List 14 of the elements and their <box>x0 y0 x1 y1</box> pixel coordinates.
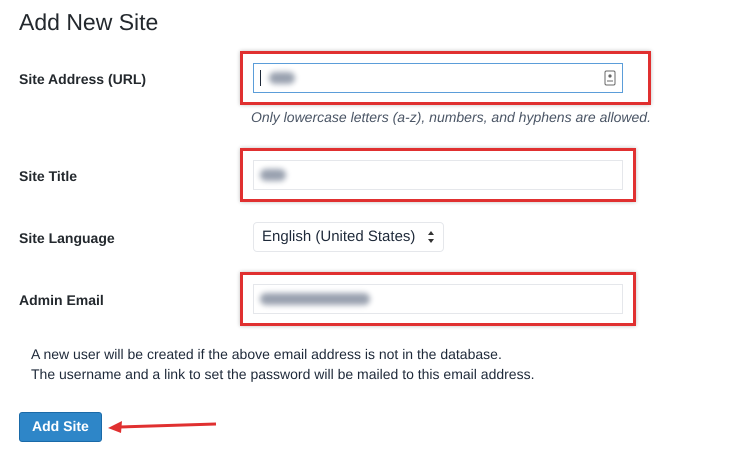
contact-card-icon <box>604 70 616 86</box>
language-select[interactable]: English (United States) <box>253 222 444 252</box>
add-site-button[interactable]: Add Site <box>19 412 102 442</box>
field-label: Site Language <box>19 228 116 248</box>
updown-icon <box>427 230 436 244</box>
field-label: Admin Email <box>19 290 105 310</box>
field-hint: Only lowercase letters (a-z), numbers, and hyphens are allowed. <box>251 108 651 127</box>
text-cursor <box>260 70 261 86</box>
page-title: Add New Site <box>19 8 160 37</box>
notice-text: The username and a link to set the password will be mailed to this email address. <box>31 364 536 384</box>
input-field[interactable] <box>253 62 623 93</box>
field-label: Site Title <box>19 166 78 186</box>
field-label: Site Address (URL) <box>19 70 148 89</box>
notice-text: A new user will be created if the above email address is not in the database. <box>31 344 503 364</box>
